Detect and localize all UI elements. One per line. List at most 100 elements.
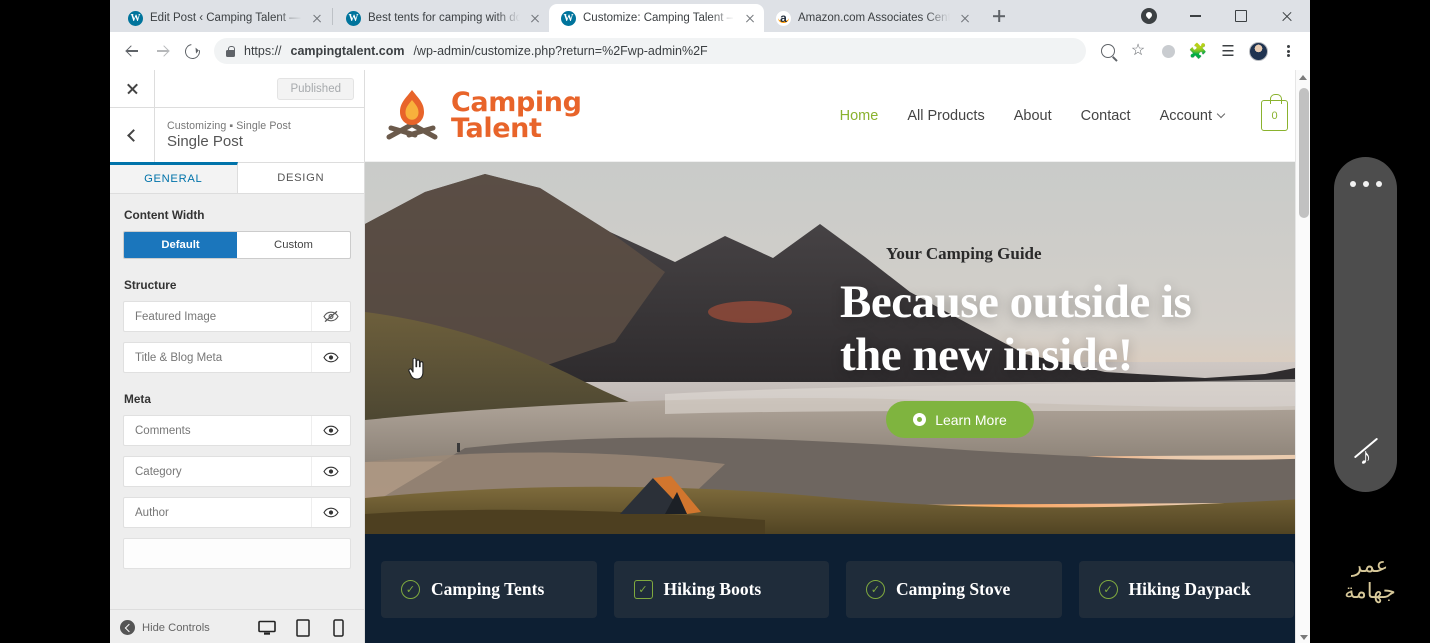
breadcrumb-current: Single Post: [236, 120, 291, 132]
profile-pill-icon[interactable]: [1126, 0, 1172, 32]
eye-hidden-icon[interactable]: [311, 302, 350, 331]
tab-close-icon[interactable]: [527, 10, 543, 26]
category-card-camping-tents[interactable]: ✓ Camping Tents: [381, 560, 597, 618]
panel-title: Single Post: [167, 133, 243, 150]
learn-more-button[interactable]: Learn More: [886, 401, 1034, 439]
url-scheme: https://: [244, 44, 282, 58]
customizer-close-button[interactable]: [110, 69, 155, 108]
content-width-default-option[interactable]: Default: [124, 232, 237, 258]
wp-customizer-sidebar: Published Customizing ▪ Single Post Single…: [110, 69, 365, 643]
structure-row-featured-image[interactable]: Featured Image: [123, 301, 351, 332]
meta-row-category[interactable]: Category: [123, 456, 351, 487]
structure-row-title-blog-meta[interactable]: Title & Blog Meta: [123, 342, 351, 373]
meta-row-author[interactable]: Author: [123, 497, 351, 528]
back-button[interactable]: [118, 37, 146, 65]
scroll-down-arrow-icon[interactable]: [1296, 630, 1310, 643]
extensions-puzzle-icon[interactable]: 🧩: [1184, 37, 1212, 65]
minimize-button[interactable]: [1172, 0, 1218, 32]
close-window-button[interactable]: [1264, 0, 1310, 32]
breadcrumb: Customizing ▪ Single Post: [167, 120, 291, 132]
media-list-icon[interactable]: ☰: [1214, 37, 1242, 65]
preview-scrollbar[interactable]: [1295, 70, 1310, 643]
cart-button[interactable]: 0: [1261, 94, 1288, 131]
hide-controls-button[interactable]: Hide Controls: [120, 620, 210, 635]
hero-heading-line-1: Because outside is: [840, 276, 1192, 328]
device-preview-switcher: [255, 617, 354, 643]
scroll-up-arrow-icon[interactable]: [1296, 70, 1310, 85]
zoom-search-icon[interactable]: [1094, 37, 1122, 65]
customizer-content-area: Published Customizing ▪ Single Post Single…: [110, 69, 1310, 643]
circle-icon[interactable]: [1154, 37, 1182, 65]
forward-button[interactable]: [148, 37, 176, 65]
content-width-toggle[interactable]: Default Custom: [123, 231, 351, 259]
nav-item-account[interactable]: Account: [1160, 108, 1226, 124]
chevron-left-icon: [127, 128, 140, 142]
tab-title: Amazon.com Associates Central: [798, 12, 950, 24]
content-width-custom-option[interactable]: Custom: [237, 232, 350, 258]
row-label: Featured Image: [135, 310, 217, 323]
browser-window: Edit Post ‹ Camping Talent — Wo Best ten…: [110, 0, 1310, 643]
browser-tab-2[interactable]: Best tents for camping with dogs: [334, 4, 549, 32]
mobile-preview-icon[interactable]: [329, 617, 348, 639]
wordpress-icon: [128, 10, 143, 26]
customizer-header: Customizing ▪ Single Post Single Post: [110, 107, 364, 163]
nav-item-all-products[interactable]: All Products: [907, 108, 984, 124]
eye-visible-icon[interactable]: [311, 498, 350, 527]
hero-kicker: Your Camping Guide: [886, 244, 1042, 263]
category-label: Camping Stove: [896, 578, 1011, 599]
category-label: Hiking Boots: [663, 578, 762, 599]
address-bar[interactable]: https:// campingtalent.com/wp-admin/custo…: [214, 38, 1086, 64]
site-header: Camping Talent Home All Products About C…: [365, 70, 1310, 162]
scrollbar-thumb[interactable]: [1298, 88, 1309, 218]
tab-strip: Edit Post ‹ Camping Talent — Wo Best ten…: [110, 0, 1310, 32]
customizer-back-button[interactable]: [110, 107, 155, 163]
learn-more-label: Learn More: [935, 411, 1007, 428]
kebab-menu-icon[interactable]: [1274, 37, 1302, 65]
profile-avatar[interactable]: [1244, 37, 1272, 65]
site-navigation: Home All Products About Contact Account …: [840, 94, 1288, 131]
chevron-down-icon: [1216, 109, 1226, 119]
category-card-hiking-boots[interactable]: ✓ Hiking Boots: [613, 560, 829, 618]
tab-title: Best tents for camping with dogs: [368, 12, 520, 24]
browser-tab-1[interactable]: Edit Post ‹ Camping Talent — Wo: [116, 4, 331, 32]
eye-visible-icon[interactable]: [311, 343, 350, 372]
tab-close-icon[interactable]: [957, 10, 973, 26]
meta-row-partial[interactable]: [123, 538, 351, 569]
reload-button[interactable]: [178, 37, 206, 65]
muted-music-note-icon[interactable]: ♪: [1334, 437, 1397, 468]
check-circle-icon: ✓: [866, 579, 885, 599]
desktop-preview-icon[interactable]: [255, 617, 278, 643]
eye-visible-icon[interactable]: [311, 416, 350, 445]
published-button[interactable]: Published: [277, 77, 354, 100]
tab-general[interactable]: GENERAL: [110, 162, 238, 193]
tab-design[interactable]: DESIGN: [238, 163, 365, 193]
bookmark-star-icon[interactable]: ☆: [1124, 37, 1152, 65]
logo-line-1: Camping: [451, 86, 582, 118]
browser-tab-4[interactable]: Amazon.com Associates Central: [764, 4, 979, 32]
site-logo[interactable]: Camping Talent: [381, 87, 582, 145]
hero-heading-line-2: the new inside!: [840, 328, 1133, 381]
meta-row-comments[interactable]: Comments: [123, 415, 351, 446]
new-tab-button[interactable]: [985, 2, 1013, 30]
category-card-camping-stove[interactable]: ✓ Camping Stove: [846, 560, 1062, 618]
customizer-footer: Hide Controls: [110, 609, 364, 643]
check-circle-icon: ✓: [1098, 579, 1118, 599]
tab-close-icon[interactable]: [309, 10, 325, 26]
browser-tab-3-active[interactable]: Customize: Camping Talent – Eve: [549, 4, 764, 32]
nav-item-home[interactable]: Home: [840, 108, 879, 124]
eye-visible-icon[interactable]: [311, 457, 350, 486]
tablet-preview-icon[interactable]: [293, 617, 312, 639]
nav-item-contact[interactable]: Contact: [1081, 108, 1131, 124]
overlay-more-menu-icon[interactable]: [1334, 181, 1397, 187]
row-label: Comments: [135, 424, 191, 437]
maximize-button[interactable]: [1218, 0, 1264, 32]
tab-close-icon[interactable]: [742, 10, 758, 26]
hero-heading: Because outside is the new inside!: [840, 276, 1300, 381]
category-label: Camping Tents: [431, 578, 545, 599]
hide-controls-label: Hide Controls: [142, 621, 210, 634]
customizer-topbar: Published: [110, 69, 364, 108]
nav-item-about[interactable]: About: [1014, 108, 1052, 124]
category-card-hiking-daypack[interactable]: ✓ Hiking Daypack: [1078, 560, 1294, 618]
screenshare-overlay-panel: ♪ عمر جهامة: [1310, 0, 1430, 643]
content-width-heading: Content Width: [124, 208, 205, 222]
